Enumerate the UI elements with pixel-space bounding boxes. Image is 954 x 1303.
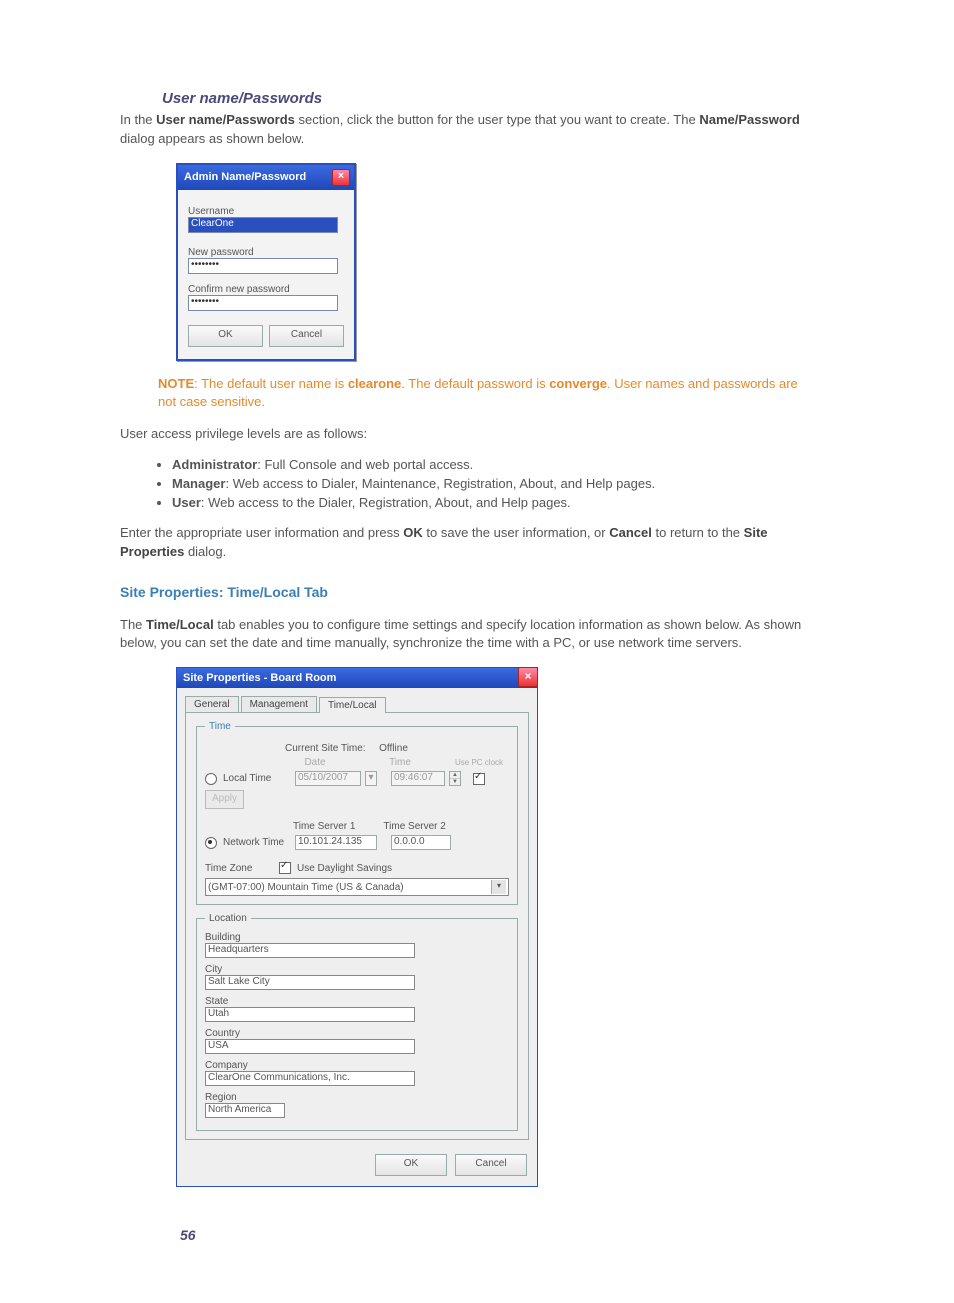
- time-server-2-header: Time Server 2: [383, 821, 445, 832]
- dst-checkbox[interactable]: [279, 862, 291, 874]
- txt: Enter the appropriate user information a…: [120, 525, 403, 540]
- company-label: Company: [205, 1060, 509, 1071]
- date-dropdown-icon[interactable]: ▾: [365, 771, 377, 786]
- network-time-radio[interactable]: [205, 837, 217, 849]
- use-pc-clock-label: Use PC clock: [455, 759, 503, 767]
- close-icon[interactable]: ×: [332, 169, 350, 186]
- section-heading: User name/Passwords: [162, 90, 834, 107]
- subsection-heading: Site Properties: Time/Local Tab: [120, 584, 834, 600]
- txt-bold: Name/Password: [699, 112, 799, 127]
- note-word: converge: [549, 376, 607, 391]
- txt-bold: User name/Passwords: [156, 112, 295, 127]
- time-server-1-header: Time Server 1: [293, 821, 355, 832]
- date-header: Date: [285, 757, 345, 768]
- state-label: State: [205, 996, 509, 1007]
- role-name: Administrator: [172, 457, 257, 472]
- dst-label: Use Daylight Savings: [297, 863, 392, 874]
- building-input[interactable]: Headquarters: [205, 943, 415, 958]
- dialog-title: Site Properties - Board Room: [177, 668, 537, 688]
- txt-bold: OK: [403, 525, 423, 540]
- location-legend: Location: [205, 913, 251, 924]
- cancel-button[interactable]: Cancel: [455, 1154, 527, 1176]
- country-input[interactable]: USA: [205, 1039, 415, 1054]
- note-block: NOTE: The default user name is clearone.…: [158, 375, 818, 411]
- dialog-title: Admin Name/Password: [184, 171, 306, 183]
- chevron-down-icon: ▾: [491, 880, 506, 894]
- dialog-titlebar: Admin Name/Password ×: [178, 165, 354, 190]
- time-server-1-input[interactable]: 10.101.24.135: [295, 835, 377, 850]
- time-zone-value: (GMT-07:00) Mountain Time (US & Canada): [208, 882, 404, 893]
- network-time-label: Network Time: [223, 837, 291, 848]
- city-input[interactable]: Salt Lake City: [205, 975, 415, 990]
- intro-paragraph: In the User name/Passwords section, clic…: [120, 111, 834, 149]
- new-password-input[interactable]: ••••••••: [188, 258, 338, 274]
- role-name: User: [172, 495, 201, 510]
- apply-button[interactable]: Apply: [205, 790, 244, 809]
- enter-info-paragraph: Enter the appropriate user information a…: [120, 524, 834, 562]
- close-icon[interactable]: ×: [518, 667, 538, 687]
- time-zone-label: Time Zone: [205, 863, 275, 874]
- local-time-label: Local Time: [223, 773, 291, 784]
- time-fieldset: Time Current Site Time: Offline Date Tim…: [196, 721, 518, 905]
- txt: section, click the button for the user t…: [299, 112, 700, 127]
- username-label: Username: [188, 206, 344, 217]
- new-password-label: New password: [188, 247, 344, 258]
- txt: tab enables you to configure time settin…: [120, 617, 801, 651]
- list-item: Manager: Web access to Dialer, Maintenan…: [172, 476, 834, 491]
- page-number: 56: [180, 1227, 834, 1243]
- txt: In the: [120, 112, 156, 127]
- site-properties-dialog: × Site Properties - Board Room General M…: [176, 667, 538, 1187]
- country-label: Country: [205, 1028, 509, 1039]
- privilege-list: Administrator: Full Console and web port…: [172, 457, 834, 510]
- username-input[interactable]: ClearOne: [188, 217, 338, 233]
- region-label: Region: [205, 1092, 509, 1103]
- privilege-intro: User access privilege levels are as foll…: [120, 425, 834, 444]
- state-input[interactable]: Utah: [205, 1007, 415, 1022]
- date-input[interactable]: 05/10/2007: [295, 771, 361, 786]
- company-input[interactable]: ClearOne Communications, Inc.: [205, 1071, 415, 1086]
- txt: : Full Console and web portal access.: [257, 457, 473, 472]
- ok-button[interactable]: OK: [375, 1154, 447, 1176]
- txt: . The default password is: [401, 376, 549, 391]
- list-item: Administrator: Full Console and web port…: [172, 457, 834, 472]
- region-input[interactable]: North America: [205, 1103, 285, 1118]
- txt: : The default user name is: [194, 376, 348, 391]
- tab-time-local[interactable]: Time/Local: [319, 697, 386, 713]
- current-site-time-label: Current Site Time:: [285, 743, 366, 754]
- admin-name-password-dialog: Admin Name/Password × Username ClearOne …: [176, 163, 356, 361]
- txt: The: [120, 617, 146, 632]
- city-label: City: [205, 964, 509, 975]
- building-label: Building: [205, 932, 509, 943]
- tab-general[interactable]: General: [185, 696, 239, 712]
- txt: : Web access to the Dialer, Registration…: [201, 495, 571, 510]
- txt-bold: Time/Local: [146, 617, 214, 632]
- txt: dialog.: [188, 544, 226, 559]
- note-word: clearone: [348, 376, 401, 391]
- local-time-radio[interactable]: [205, 773, 217, 785]
- ok-button[interactable]: OK: [188, 325, 263, 347]
- txt: to return to the: [655, 525, 743, 540]
- use-pc-clock-checkbox[interactable]: [473, 773, 485, 785]
- time-local-paragraph: The Time/Local tab enables you to config…: [120, 616, 834, 654]
- txt: to save the user information, or: [426, 525, 609, 540]
- cancel-button[interactable]: Cancel: [269, 325, 344, 347]
- time-server-2-input[interactable]: 0.0.0.0: [391, 835, 451, 850]
- confirm-password-label: Confirm new password: [188, 284, 344, 295]
- txt: : Web access to Dialer, Maintenance, Reg…: [225, 476, 655, 491]
- location-fieldset: Location Building Headquarters City Salt…: [196, 913, 518, 1131]
- txt-bold: Cancel: [609, 525, 652, 540]
- time-zone-select[interactable]: (GMT-07:00) Mountain Time (US & Canada) …: [205, 878, 509, 896]
- confirm-password-input[interactable]: ••••••••: [188, 295, 338, 311]
- time-spinner[interactable]: ▲▼: [449, 771, 461, 786]
- time-input[interactable]: 09:46:07: [391, 771, 445, 786]
- txt: dialog appears as shown below.: [120, 131, 304, 146]
- current-site-time-value: Offline: [379, 743, 408, 754]
- time-header: Time: [375, 757, 425, 768]
- list-item: User: Web access to the Dialer, Registra…: [172, 495, 834, 510]
- note-lead: NOTE: [158, 376, 194, 391]
- tab-management[interactable]: Management: [241, 696, 317, 712]
- time-legend: Time: [205, 721, 235, 732]
- role-name: Manager: [172, 476, 225, 491]
